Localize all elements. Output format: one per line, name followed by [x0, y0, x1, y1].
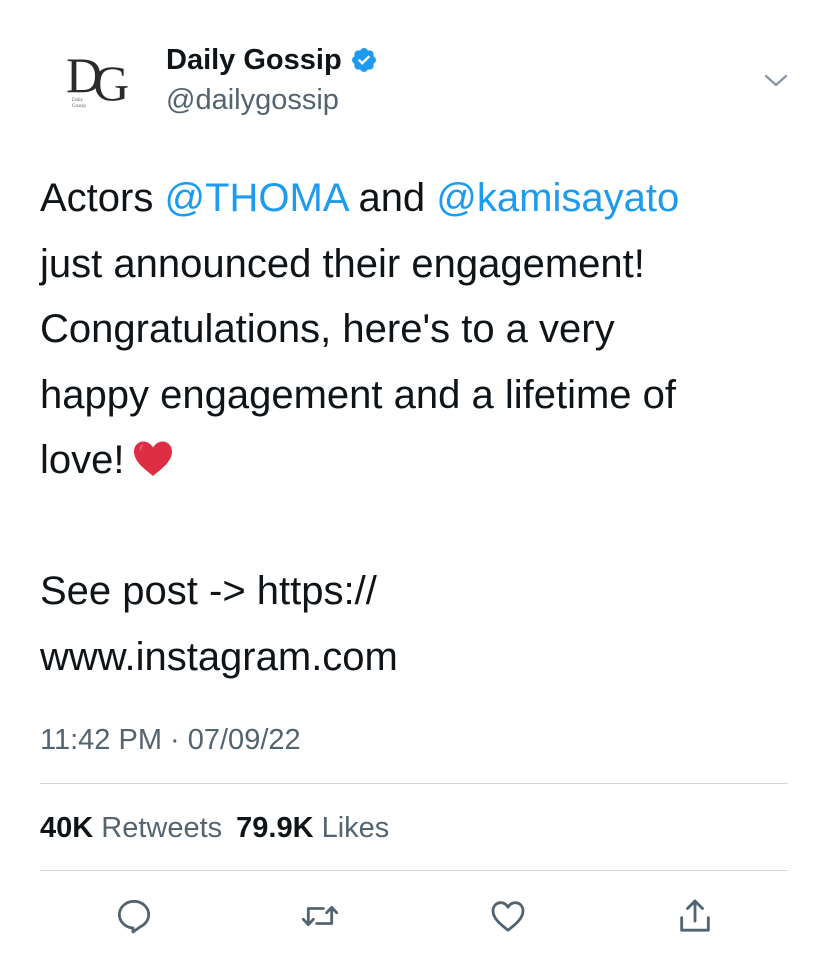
verified-badge-icon	[350, 46, 378, 74]
share-button[interactable]	[672, 893, 718, 939]
tweet-line: love!	[40, 428, 800, 494]
divider	[40, 870, 788, 871]
retweets-count: 40K	[40, 812, 94, 844]
tweet-card: DG Daily Gossip Daily Gossip @dailygossi…	[0, 0, 828, 960]
likes-count: 79.9K	[236, 812, 314, 844]
retweet-button[interactable]	[297, 893, 343, 939]
tweet-line: www.instagram.com	[40, 634, 398, 679]
tweet-actions	[0, 893, 828, 939]
tweet-line: Congratulations, here's to a very	[40, 307, 615, 351]
avatar-logo: DG	[66, 47, 129, 111]
author-display-name[interactable]: Daily Gossip	[166, 40, 342, 80]
tweet-line: just announced their engagement!	[40, 241, 645, 286]
like-icon	[491, 901, 525, 932]
likes-stat[interactable]: 79.9K Likes	[236, 812, 389, 844]
reply-button[interactable]	[111, 893, 157, 939]
tweet-line: happy engagement and a lifetime of	[40, 372, 676, 417]
avatar[interactable]: DG Daily Gossip	[38, 40, 142, 144]
retweets-label: Retweets	[101, 812, 223, 844]
retweets-stat[interactable]: 40K Retweets	[40, 812, 222, 844]
tweet-text-segment: love!	[40, 438, 125, 482]
reply-icon	[117, 899, 151, 934]
tweet-line: Actors @THOMA and @kamisayato	[40, 166, 800, 232]
author-handle[interactable]: @dailygossip	[166, 82, 339, 118]
divider	[40, 783, 788, 784]
avatar-small-text: Daily Gossip	[72, 98, 86, 109]
tweet-text: Actors @THOMA and @kamisayato just annou…	[40, 166, 800, 690]
tweet-text-segment: Actors	[40, 176, 165, 220]
author-name-row: Daily Gossip	[166, 40, 378, 80]
red-heart-emoji-icon	[131, 436, 175, 480]
tweet-text-segment: and	[347, 176, 437, 220]
tweet-timestamp[interactable]: 11:42 PM · 07/09/22	[40, 720, 301, 760]
likes-label: Likes	[321, 812, 390, 844]
mention-link-kamisayato[interactable]: @kamisayato	[436, 176, 679, 220]
mention-link-thoma[interactable]: @THOMA	[164, 176, 347, 220]
tweet-line: See post -> https://	[40, 569, 377, 613]
tweet-stats: 40K Retweets 79.9K Likes	[40, 808, 389, 848]
retweet-icon	[301, 905, 339, 927]
share-icon	[680, 899, 710, 932]
chevron-down-icon[interactable]	[762, 66, 790, 94]
like-button[interactable]	[485, 893, 531, 939]
